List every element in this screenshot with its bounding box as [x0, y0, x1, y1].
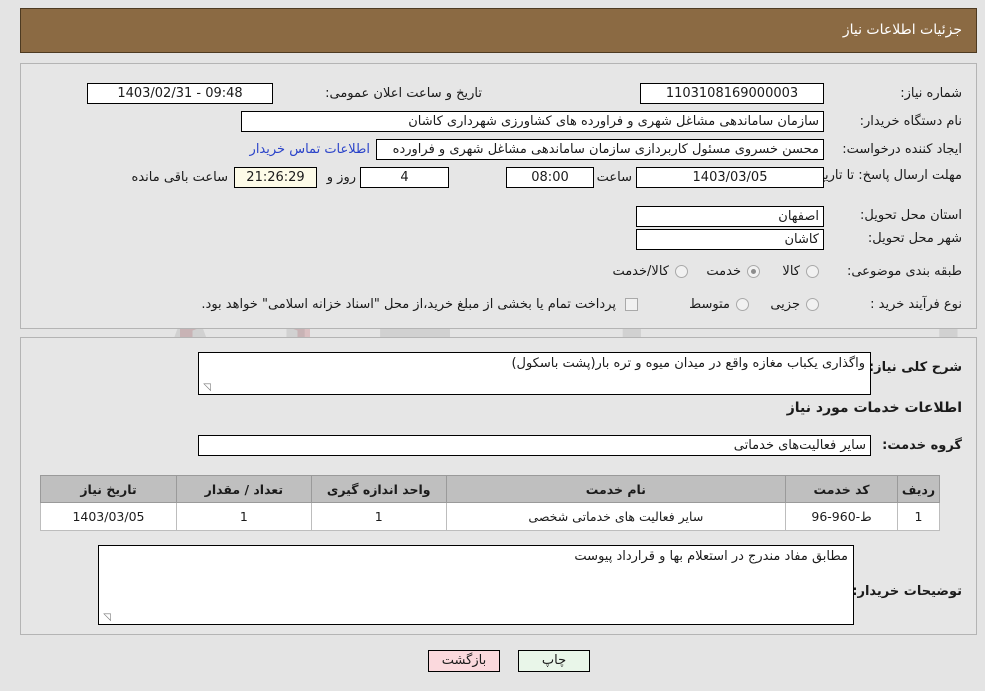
table-row: 1 ط-960-96 سایر فعالیت های خدماتی شخصی 1… [40, 502, 940, 531]
deadline-date-value: 1403/03/05 [636, 167, 824, 188]
city-value: کاشان [636, 229, 824, 250]
radio-category-kala-khedmat[interactable] [675, 265, 688, 278]
deadline-hour-label: ساعت [596, 170, 632, 185]
description-textarea[interactable]: واگذاری یکباب مغازه واقع در میدان میوه و… [198, 352, 871, 395]
requester-value: محسن خسروی مسئول کاربردازی سازمان ساماند… [376, 139, 824, 160]
radio-category-kala[interactable] [806, 265, 819, 278]
radio-process-jozei-label: جزیی [770, 297, 800, 312]
cell-service-code: ط-960-96 [785, 502, 899, 531]
cell-radif: 1 [897, 502, 940, 531]
announce-datetime-value: 09:48 - 1403/02/31 [87, 83, 273, 104]
page-title: جزئیات اطلاعات نیاز [842, 22, 962, 38]
description-value: واگذاری یکباب مغازه واقع در میدان میوه و… [511, 356, 865, 371]
deadline-hour-value: 08:00 [506, 167, 594, 188]
cell-unit: 1 [310, 502, 447, 531]
countdown-label: ساعت باقی مانده [131, 170, 228, 185]
need-info-panel: شماره نیاز: 1103108169000003 تاریخ و ساع… [20, 63, 977, 329]
buyer-notes-label: توضیحات خریدار: [852, 584, 962, 599]
radio-category-khedmat-label: خدمت [706, 264, 741, 279]
services-table: ردیف کد خدمت نام خدمت واحد اندازه گیری ت… [40, 475, 940, 531]
print-button[interactable]: چاپ [518, 650, 590, 672]
service-group-value: سایر فعالیت‌های خدماتی [198, 435, 871, 456]
table-header-row: ردیف کد خدمت نام خدمت واحد اندازه گیری ت… [40, 475, 940, 503]
buyer-notes-value: مطابق مفاد مندرج در استعلام بها و قراردا… [574, 549, 848, 564]
col-quantity: تعداد / مقدار [175, 475, 312, 503]
buyer-org-value: سازمان ساماندهی مشاغل شهری و فراورده های… [241, 111, 824, 132]
radio-category-kala-label: کالا [782, 264, 800, 279]
category-label: طبقه بندی موضوعی: [846, 264, 962, 279]
announce-datetime-label: تاریخ و ساعت اعلان عمومی: [325, 86, 482, 101]
description-label: شرح کلی نیاز: [868, 360, 962, 375]
services-section-heading: اطلاعات خدمات مورد نیاز [786, 400, 962, 416]
back-button[interactable]: بازگشت [428, 650, 500, 672]
cell-quantity: 1 [175, 502, 312, 531]
service-group-label: گروه خدمت: [882, 438, 962, 453]
process-type-label: نوع فرآیند خرید : [870, 297, 962, 312]
radio-process-motavasset-label: متوسط [689, 297, 730, 312]
cell-service-name: سایر فعالیت های خدماتی شخصی [445, 502, 787, 531]
buyer-org-label: نام دستگاه خریدار: [859, 114, 962, 129]
province-label: استان محل تحویل: [860, 208, 962, 223]
province-value: اصفهان [636, 206, 824, 227]
requester-label: ایجاد کننده درخواست: [842, 142, 962, 157]
deadline-label: مهلت ارسال پاسخ: تا تاریخ: [812, 168, 962, 183]
remaining-days-label: روز و [326, 170, 356, 185]
need-number-label: شماره نیاز: [900, 86, 962, 101]
countdown-value: 21:26:29 [234, 167, 317, 188]
need-number-value: 1103108169000003 [640, 83, 824, 104]
buyer-notes-textarea[interactable]: مطابق مفاد مندرج در استعلام بها و قراردا… [98, 545, 854, 625]
col-service-name: نام خدمت [445, 475, 787, 503]
cell-need-date: 1403/03/05 [40, 502, 177, 531]
radio-category-khedmat[interactable] [747, 265, 760, 278]
resize-handle-icon[interactable]: ◹ [101, 613, 111, 623]
radio-category-kala-khedmat-label: کالا/خدمت [612, 264, 669, 279]
col-unit: واحد اندازه گیری [310, 475, 447, 503]
resize-handle-icon[interactable]: ◹ [201, 383, 211, 393]
col-service-code: کد خدمت [785, 475, 899, 503]
page-header: جزئیات اطلاعات نیاز [20, 8, 977, 53]
col-need-date: تاریخ نیاز [40, 475, 177, 503]
checkbox-treasury-bonds[interactable] [625, 298, 638, 311]
radio-process-motavasset[interactable] [736, 298, 749, 311]
treasury-bonds-note: پرداخت تمام یا بخشی از مبلغ خرید،از محل … [201, 297, 616, 312]
col-radif: ردیف [897, 475, 940, 503]
city-label: شهر محل تحویل: [867, 231, 962, 246]
buyer-contact-link[interactable]: اطلاعات تماس خریدار [250, 142, 370, 157]
remaining-days-value: 4 [360, 167, 449, 188]
radio-process-jozei[interactable] [806, 298, 819, 311]
